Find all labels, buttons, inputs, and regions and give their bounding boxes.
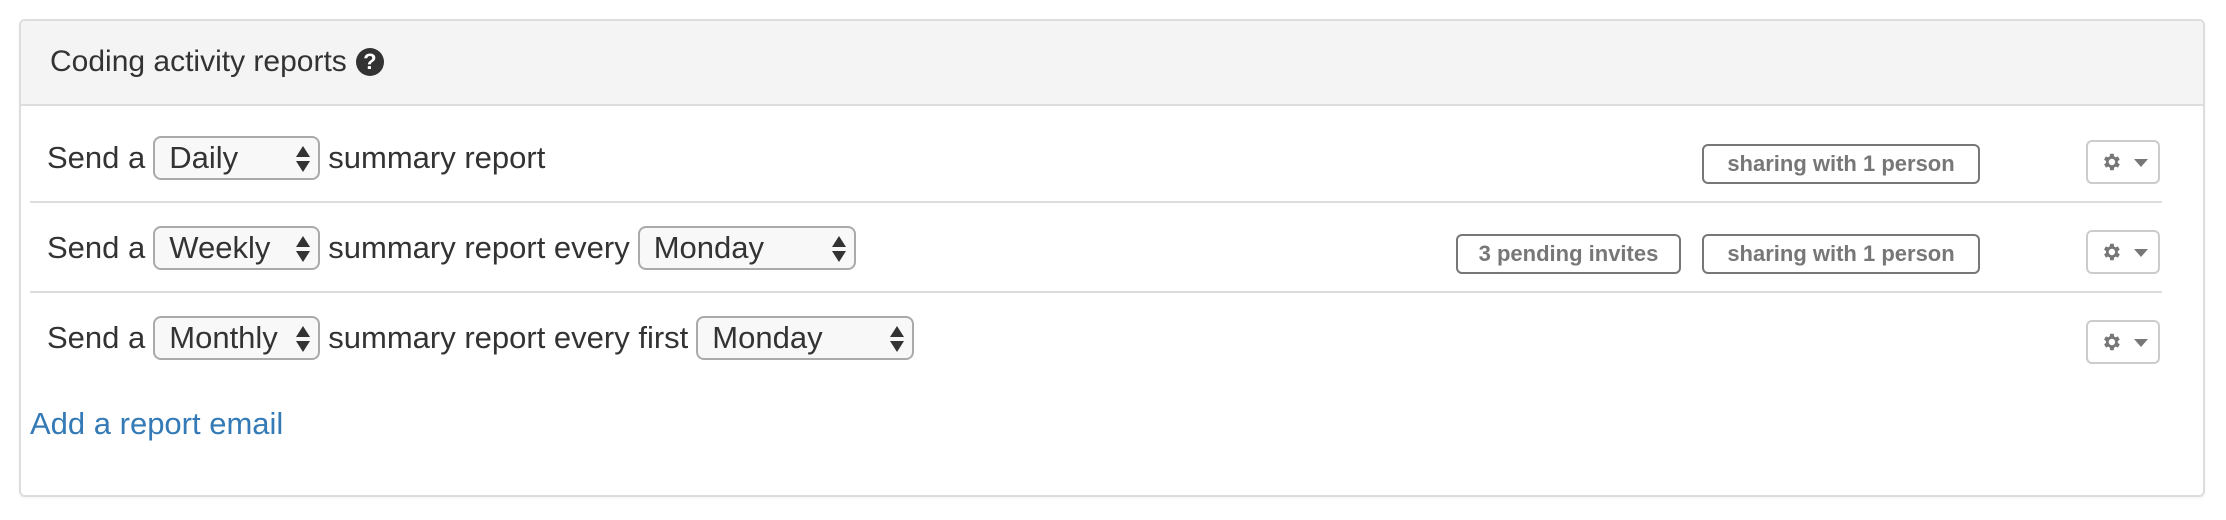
sentence-prefix: Send a	[47, 140, 146, 175]
select-updown-icon	[296, 326, 311, 352]
gear-icon	[2104, 153, 2120, 171]
report-sentence: Send a Monthly summary report every firs…	[47, 315, 915, 361]
frequency-select-value: Monthly	[169, 320, 278, 355]
select-updown-icon	[296, 236, 311, 262]
sharing-badge[interactable]: sharing with 1 person	[1702, 144, 1980, 184]
day-select[interactable]: Monday	[696, 316, 915, 360]
panel-heading: Coding activity reports ?	[21, 21, 2203, 106]
caret-down-icon	[2134, 249, 2148, 257]
sentence-middle: summary report every	[328, 230, 630, 265]
sentence-middle: summary report	[328, 140, 546, 175]
row-settings-dropdown-button[interactable]	[2086, 140, 2160, 184]
add-report-email-link[interactable]: Add a report email	[30, 406, 283, 442]
caret-down-icon	[2134, 339, 2148, 347]
report-row-monthly: Send a Monthly summary report every firs…	[30, 293, 2162, 383]
row-settings-dropdown-button[interactable]	[2086, 230, 2160, 274]
frequency-select-value: Daily	[169, 140, 239, 175]
day-select-value: Monday	[653, 230, 765, 265]
day-select-value: Monday	[712, 320, 823, 355]
sentence-prefix: Send a	[47, 320, 146, 355]
sentence-middle: summary report every first	[328, 320, 689, 355]
caret-down-icon	[2134, 159, 2148, 167]
select-updown-icon	[890, 326, 905, 352]
frequency-select[interactable]: Weekly	[153, 226, 321, 270]
question-circle-icon[interactable]: ?	[355, 48, 384, 76]
select-updown-icon	[831, 236, 846, 262]
report-sentence: Send a Weekly summary report every Monda…	[47, 225, 856, 271]
gear-icon	[2104, 243, 2120, 261]
report-row-daily: Send a Daily summary report sharing with…	[30, 113, 2162, 203]
select-updown-icon	[296, 146, 311, 172]
sentence-prefix: Send a	[47, 230, 146, 265]
gear-icon	[2104, 333, 2120, 351]
day-select[interactable]: Monday	[637, 226, 856, 270]
row-settings-dropdown-button[interactable]	[2086, 320, 2160, 364]
report-sentence: Send a Daily summary report	[47, 135, 553, 181]
sharing-badge[interactable]: sharing with 1 person	[1702, 234, 1980, 274]
frequency-select[interactable]: Daily	[153, 136, 321, 180]
report-row-weekly: Send a Weekly summary report every Monda…	[30, 203, 2162, 293]
frequency-select[interactable]: Monthly	[153, 316, 321, 360]
pending-invites-badge[interactable]: 3 pending invites	[1456, 234, 1681, 274]
frequency-select-value: Weekly	[169, 230, 271, 265]
panel-title-text: Coding activity reports	[50, 45, 347, 78]
panel-title: Coding activity reports ?	[50, 44, 384, 80]
